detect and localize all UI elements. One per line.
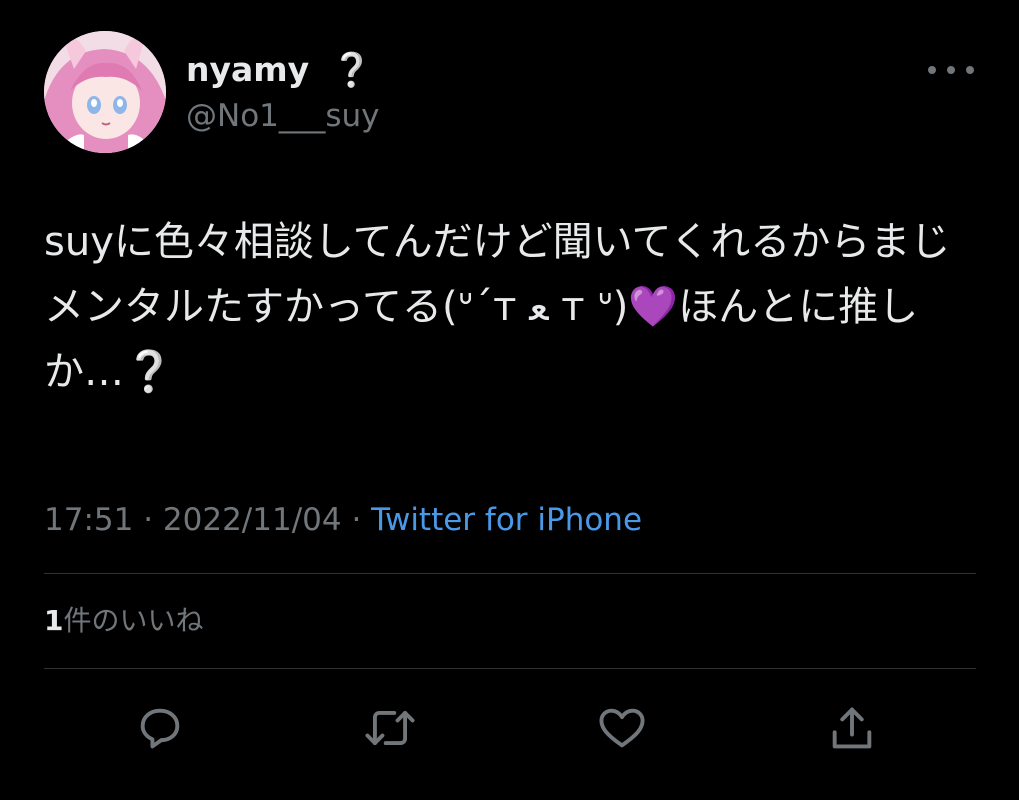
meta-separator: · [133, 502, 163, 538]
likes-count[interactable]: 1件のいいね [44, 603, 204, 639]
tweet-date[interactable]: 2022/11/04 [163, 502, 342, 538]
display-name[interactable]: nyamy ❔ [186, 50, 372, 90]
like-count-label: 件のいいね [63, 604, 204, 637]
reply-icon[interactable] [132, 700, 188, 756]
more-dot [947, 66, 955, 74]
question-icon: ❔ [331, 50, 373, 89]
more-dot [928, 66, 936, 74]
tweet-source-link[interactable]: Twitter for iPhone [371, 502, 642, 538]
avatar[interactable] [44, 31, 166, 153]
more-horizontal-icon[interactable] [928, 58, 974, 82]
avatar-image [44, 31, 166, 153]
divider [44, 573, 976, 574]
tweet-time[interactable]: 17:51 [44, 502, 133, 538]
tweet-meta: 17:51 · 2022/11/04 · Twitter for iPhone [44, 500, 642, 540]
divider [44, 668, 976, 669]
heart-icon[interactable] [594, 700, 650, 756]
like-count-number: 1 [44, 604, 64, 637]
more-dot [966, 66, 974, 74]
tweet-detail: nyamy ❔ @No1___suy suyに色々相談してんだけど聞いてくれるから… [0, 0, 1019, 800]
share-icon[interactable] [824, 700, 880, 756]
user-handle[interactable]: @No1___suy [186, 97, 380, 135]
retweet-icon[interactable] [362, 700, 418, 756]
meta-separator: · [341, 502, 372, 538]
display-name-text: nyamy [186, 50, 310, 89]
tweet-text: suyに色々相談してんだけど聞いてくれるからまじメンタルたすかってる(ᐡ´т ﻌ… [44, 219, 951, 395]
